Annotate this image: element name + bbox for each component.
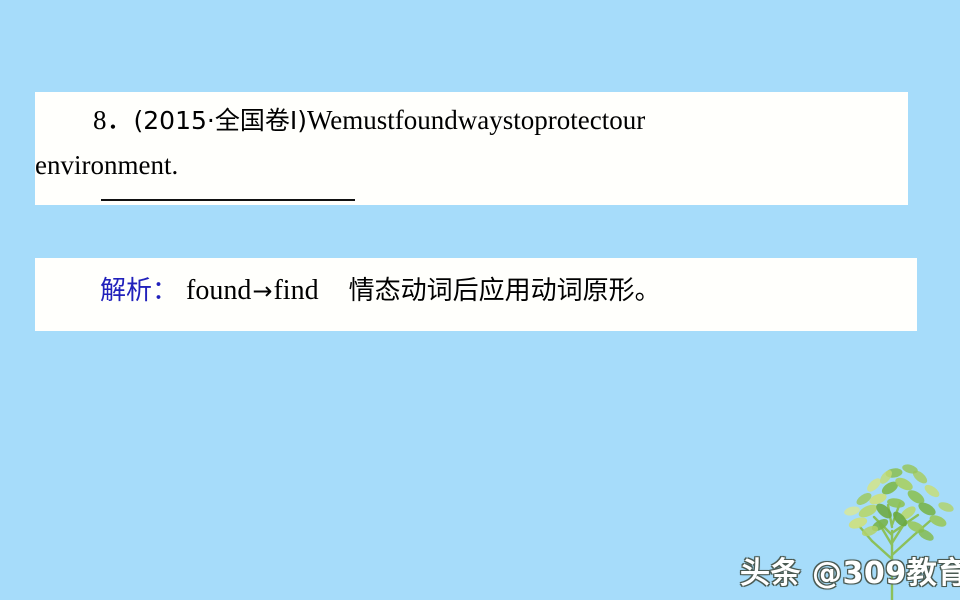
explanation-colon: ： xyxy=(152,276,179,306)
question-card: 8．(2015·全国卷Ⅰ)Wemustfoundwaystoprotectour… xyxy=(35,92,908,205)
question-word-2: ways xyxy=(457,105,514,135)
question-line-2: environment. xyxy=(35,150,179,180)
slide-canvas: 8．(2015·全国卷Ⅰ)Wemustfoundwaystoprotectour… xyxy=(0,0,960,600)
explanation-label: 解析 xyxy=(100,276,153,306)
question-word-4: protect xyxy=(534,105,610,135)
explanation-card: 解析： found→find 情态动词后应用动词原形。 xyxy=(35,258,917,331)
arrow-right-icon: → xyxy=(252,277,273,305)
question-word-5: our xyxy=(609,105,646,135)
answer-blank-line[interactable] xyxy=(101,199,355,201)
explanation-text: 解析： found→find 情态动词后应用动词原形。 xyxy=(100,270,661,311)
question-text: 8．(2015·全国卷Ⅰ)Wemustfoundwaystoprotectour… xyxy=(35,98,906,187)
explanation-note: 情态动词后应用动词原形。 xyxy=(348,276,661,306)
question-word-3: to xyxy=(513,105,535,135)
watermark-text: 头条 @309教育网 xyxy=(740,556,960,591)
correction-from: found xyxy=(186,275,252,306)
question-word-0: must xyxy=(342,105,395,135)
question-word-1: found xyxy=(394,105,458,135)
question-source: (2015·全国卷Ⅰ) xyxy=(133,106,307,135)
correction-to: find xyxy=(273,275,319,306)
question-subject: We xyxy=(306,105,343,135)
question-line-1: 8．(2015·全国卷Ⅰ)Wemustfoundwaystoprotectour xyxy=(35,98,906,143)
question-number: 8． xyxy=(93,105,134,135)
